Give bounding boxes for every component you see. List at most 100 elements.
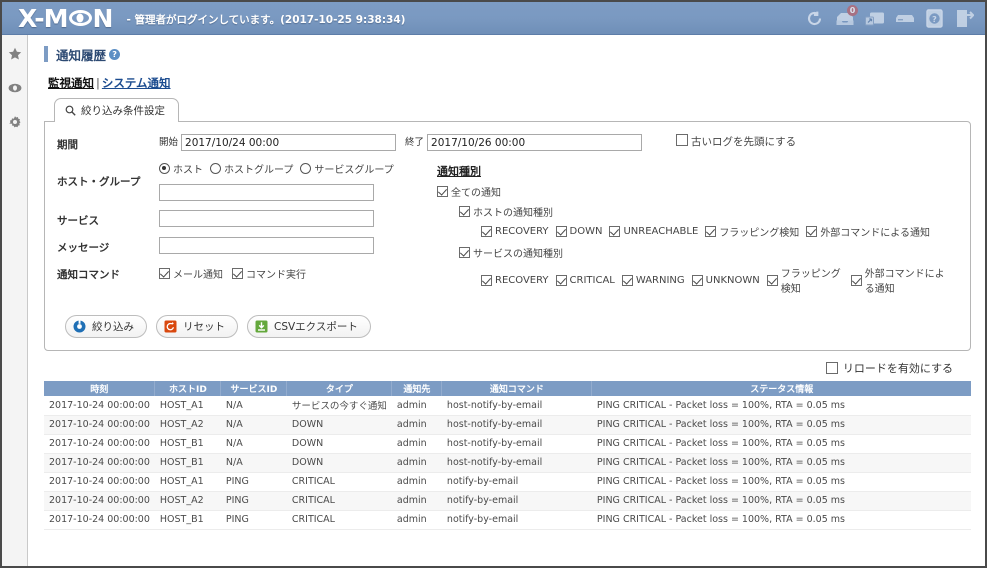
logout-icon[interactable]	[954, 8, 975, 29]
radio-servicegroup[interactable]	[300, 163, 312, 174]
sidebar-item-monitoring[interactable]	[8, 81, 22, 95]
column-header-status-info[interactable]: ステータス情報	[591, 381, 971, 396]
checkbox-host-down[interactable]	[555, 226, 567, 237]
checkbox-command-exec[interactable]	[232, 267, 243, 279]
tab-monitoring-notification[interactable]: 監視通知	[48, 76, 94, 90]
server-icon[interactable]	[894, 8, 915, 29]
checkbox-service-external-command[interactable]	[850, 274, 862, 286]
checkbox-service-unknown[interactable]	[691, 274, 703, 286]
table-row[interactable]: 2017-10-24 00:00:00 HOST_A1 PING CRITICAL ad…	[44, 472, 971, 492]
column-header-type[interactable]: タイプ	[286, 381, 393, 396]
period-start-input[interactable]	[181, 134, 397, 151]
table-cell: admin	[391, 472, 442, 492]
oldlog-first-label: 古いログを先頭にする	[691, 136, 797, 148]
column-header-notify-command[interactable]: 通知コマンド	[441, 381, 593, 396]
page-title-text: 通知履歴	[56, 47, 107, 63]
filter-submit-label: 絞り込み	[92, 321, 134, 333]
column-header-time[interactable]: 時刻	[44, 381, 156, 396]
checkbox-service-external-command-label: 外部コマンドによる通知	[864, 269, 945, 295]
download-icon	[255, 320, 268, 333]
radio-hostgroup[interactable]	[210, 163, 221, 174]
table-cell: PING CRITICAL - Packet loss = 100%, RTA …	[591, 453, 971, 473]
checkbox-all-notifications[interactable]	[437, 186, 448, 197]
table-row[interactable]: 2017-10-24 00:00:00 HOST_B1 PING CRITICAL ad…	[44, 510, 971, 530]
table-row[interactable]: 2017-10-24 00:00:00 HOST_B1 N/A DOWN admin ho…	[44, 434, 971, 454]
table-cell: notify-by-email	[441, 491, 592, 511]
tab-system-notification[interactable]: システム通知	[102, 76, 171, 90]
notify-type-host-row: ホストの通知種別	[459, 204, 958, 219]
period-end-input[interactable]	[427, 134, 643, 151]
top-header-bar: X-M N - 管理者がログインしています。(2017-10-25 9:38:34…	[2, 2, 985, 35]
mail-icon[interactable]: 0	[834, 4, 858, 29]
body-container: 通知履歴 ? 監視通知 | システム通知 絞り込み条件設定 期間 開始 2017…	[2, 35, 985, 566]
table-row[interactable]: 2017-10-24 00:00:00 HOST_A2 PING CRITICAL ad…	[44, 491, 971, 511]
checkbox-service-recovery[interactable]	[481, 274, 492, 286]
checkbox-service-notify-type-label: サービスの通知種別	[473, 249, 563, 260]
notification-tabs: 監視通知 | システム通知	[48, 75, 971, 91]
notify-type-section: 通知種別 全ての通知 ホストの通知種別 RECOVERY DOWN UNREAC…	[437, 161, 958, 301]
notify-type-title: 通知種別	[437, 165, 481, 178]
reset-button[interactable]: リセット	[156, 315, 238, 338]
filter-action-buttons: 絞り込み リセット CSVエクスポート	[65, 315, 958, 338]
checkbox-mail-notify-label: メール通知	[173, 269, 223, 281]
column-header-host-id[interactable]: ホストID	[154, 381, 222, 396]
filter-submit-button[interactable]: 絞り込み	[65, 315, 147, 338]
service-label: サービス	[57, 214, 99, 227]
message-label: メッセージ	[57, 241, 110, 254]
table-cell: admin	[391, 415, 442, 435]
service-input[interactable]	[159, 209, 374, 227]
login-status-text: - 管理者がログインしています。(2017-10-25 9:38:34)	[126, 14, 406, 26]
table-cell: 2017-10-24 00:00:00	[44, 434, 155, 454]
oldlog-first-checkbox[interactable]	[676, 134, 689, 146]
csv-export-button[interactable]: CSVエクスポート	[247, 315, 371, 338]
checkbox-service-flapping[interactable]	[766, 274, 778, 286]
checkbox-host-flapping[interactable]	[705, 226, 717, 237]
radio-host[interactable]	[159, 163, 170, 174]
message-row: メッセージ	[57, 236, 437, 255]
table-row[interactable]: 2017-10-24 00:00:00 HOST_A2 N/A DOWN admin ho…	[44, 415, 971, 435]
notification-history-table: 時刻 ホストID サービスID タイプ 通知先 通知コマンド ステータス情報 2…	[44, 381, 971, 530]
mail-badge-count: 0	[847, 4, 858, 16]
checkbox-host-unreachable[interactable]	[609, 226, 621, 237]
table-cell: PING CRITICAL - Packet loss = 100%, RTA …	[591, 396, 971, 416]
help-icon[interactable]: ?	[924, 8, 945, 29]
table-cell: HOST_A1	[154, 396, 221, 416]
reload-row: リロードを有効にする	[44, 360, 953, 376]
filter-settings-tab[interactable]: 絞り込み条件設定	[54, 98, 179, 122]
table-header-row: 時刻 ホストID サービスID タイプ 通知先 通知コマンド ステータス情報	[44, 381, 971, 396]
hostgroup-input[interactable]	[159, 183, 374, 201]
table-cell: DOWN	[286, 453, 392, 473]
table-row[interactable]: 2017-10-24 00:00:00 HOST_B1 N/A DOWN admin ho…	[44, 453, 971, 473]
svg-text:?: ?	[932, 15, 937, 24]
page-help-icon[interactable]: ?	[109, 48, 121, 60]
checkbox-mail-notify[interactable]	[159, 267, 170, 279]
checkbox-host-notify-type[interactable]	[459, 206, 470, 217]
checkbox-service-warning[interactable]	[621, 274, 633, 286]
checkbox-service-critical[interactable]	[555, 274, 567, 286]
column-header-service-id[interactable]: サービスID	[220, 381, 288, 396]
table-cell: DOWN	[286, 434, 392, 454]
checkbox-service-notify-type[interactable]	[459, 247, 470, 258]
table-cell: 2017-10-24 00:00:00	[44, 415, 155, 435]
table-cell: 2017-10-24 00:00:00	[44, 453, 155, 473]
app-logo[interactable]: X-M N	[18, 3, 114, 33]
filter-tab-head: 絞り込み条件設定	[54, 98, 971, 122]
left-sidebar	[2, 35, 28, 566]
logo-text-right: N	[92, 3, 114, 33]
column-header-destination[interactable]: 通知先	[391, 381, 443, 396]
reload-enable-checkbox[interactable]	[825, 362, 838, 374]
sidebar-item-settings[interactable]	[8, 115, 22, 129]
page-title: 通知履歴 ?	[44, 46, 971, 63]
message-input[interactable]	[159, 236, 374, 254]
checkbox-command-exec-label: コマンド実行	[246, 269, 306, 281]
refresh-icon[interactable]	[804, 8, 825, 29]
table-row[interactable]: 2017-10-24 00:00:00 HOST_A1 N/A サービスの今すぐ通知 a…	[44, 396, 971, 416]
checkbox-host-recovery[interactable]	[481, 226, 492, 237]
checkbox-host-external-command[interactable]	[806, 226, 818, 237]
table-cell: 2017-10-24 00:00:00	[44, 510, 155, 530]
popup-window-icon[interactable]	[864, 8, 885, 29]
checkbox-service-warning-label: WARNING	[635, 274, 685, 286]
checkbox-service-recovery-label: RECOVERY	[495, 274, 549, 286]
sidebar-item-favorites[interactable]	[8, 47, 22, 61]
filter-icon	[73, 320, 86, 333]
